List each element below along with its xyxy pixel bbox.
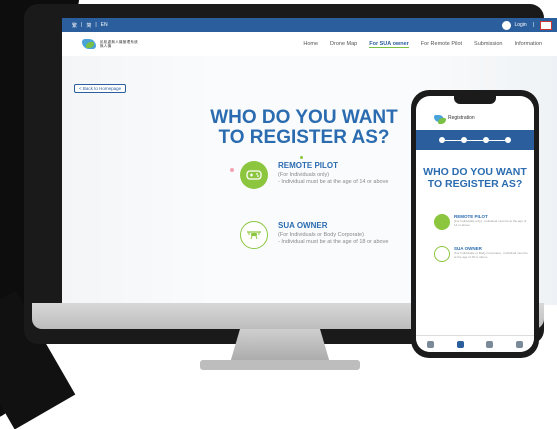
home-tab-icon[interactable] bbox=[427, 340, 435, 348]
progress-steps bbox=[416, 130, 534, 150]
game-controller-icon bbox=[240, 161, 268, 189]
remote-pilot-title: REMOTE PILOT bbox=[278, 161, 338, 170]
game-controller-icon bbox=[434, 214, 450, 230]
people-tab-icon[interactable] bbox=[486, 340, 494, 348]
drone-icon bbox=[434, 246, 450, 262]
drone-icon bbox=[240, 221, 268, 249]
remote-pilot-desc-2: - Individual must be at the age of 14 or… bbox=[278, 179, 389, 185]
language-switcher: 繁 | 简 | EN bbox=[72, 21, 108, 29]
main-nav: 民航處無人機管理系統 無人機 Home Drone Map For SUA ow… bbox=[62, 32, 557, 57]
phone-option-sua-owner[interactable]: SUA OWNER (For Individuals or Body Corpo… bbox=[434, 246, 530, 262]
monitor-base bbox=[200, 360, 360, 370]
phone-heading: WHO DO YOU WANT TO REGISTER AS? bbox=[416, 166, 534, 190]
sua-owner-desc-1: (For Individuals or Body Corporate) bbox=[278, 232, 364, 238]
nav-links: Home Drone Map For SUA owner For Remote … bbox=[303, 41, 542, 48]
heading-line-1: WHO DO YOU WANT bbox=[210, 107, 398, 128]
phone-heading-line-1: WHO DO YOU WANT bbox=[423, 166, 527, 178]
lang-english[interactable]: EN bbox=[101, 22, 108, 29]
logo-icon bbox=[434, 114, 446, 124]
site-logo[interactable]: 民航處無人機管理系統 無人機 bbox=[82, 39, 138, 49]
flag-icon[interactable] bbox=[540, 20, 552, 30]
monitor-stand bbox=[230, 329, 330, 363]
login-label: Login bbox=[514, 22, 527, 28]
top-bar: 繁 | 简 | EN Login | bbox=[62, 18, 557, 32]
phone-header: Registration bbox=[416, 106, 534, 130]
remote-pilot-desc-1: (For Individuals only) bbox=[278, 172, 330, 178]
back-to-homepage-button[interactable]: < Back to Homepage bbox=[74, 84, 127, 93]
phone-notch bbox=[454, 96, 496, 104]
nav-remote-pilot[interactable]: For Remote Pilot bbox=[421, 41, 462, 48]
nav-submission[interactable]: Submission bbox=[474, 41, 502, 48]
phone-heading-line-2: TO REGISTER AS? bbox=[427, 178, 523, 190]
grid-tab-icon[interactable] bbox=[515, 340, 523, 348]
lang-simplified[interactable]: 简 bbox=[86, 22, 91, 29]
mobile-phone: Registration WHO DO YOU WANT TO REGISTER… bbox=[411, 90, 539, 358]
phone-header-title: Registration bbox=[448, 115, 475, 121]
phone-sua-owner-desc: (For Individuals or Body Corporate) - In… bbox=[454, 251, 528, 259]
user-tab-icon[interactable] bbox=[456, 340, 464, 348]
lang-traditional[interactable]: 繁 bbox=[72, 22, 77, 29]
nav-home[interactable]: Home bbox=[303, 41, 318, 48]
nav-sua-owner[interactable]: For SUA owner bbox=[369, 41, 409, 48]
step-dot bbox=[505, 137, 511, 143]
phone-option-remote-pilot[interactable]: REMOTE PILOT (For Individuals only) - In… bbox=[434, 214, 530, 230]
sua-owner-title: SUA OWNER bbox=[278, 221, 328, 230]
phone-remote-pilot-desc: (For Individuals only) - Individual must… bbox=[454, 219, 527, 227]
sua-owner-desc-2: - Individual must be at the age of 18 or… bbox=[278, 239, 389, 245]
nav-information[interactable]: Information bbox=[514, 41, 542, 48]
logo-line-2: 無人機 bbox=[100, 44, 112, 48]
heading-line-2: TO REGISTER AS? bbox=[218, 127, 390, 148]
nav-drone-map[interactable]: Drone Map bbox=[330, 41, 357, 48]
decor-dot bbox=[230, 168, 234, 172]
user-icon bbox=[502, 20, 512, 30]
logo-icon bbox=[82, 39, 96, 49]
phone-screen: Registration WHO DO YOU WANT TO REGISTER… bbox=[416, 96, 534, 352]
login-button[interactable]: Login bbox=[502, 20, 527, 30]
page-heading: WHO DO YOU WANT TO REGISTER AS? bbox=[174, 108, 434, 148]
phone-tab-bar bbox=[416, 335, 534, 352]
decor-dot bbox=[300, 156, 303, 159]
